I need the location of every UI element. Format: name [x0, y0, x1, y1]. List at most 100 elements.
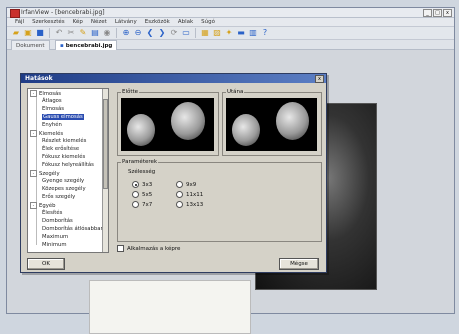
scrollbar-thumb[interactable] [103, 99, 108, 189]
before-preview [121, 98, 214, 151]
tree-label: Élek erősítése [42, 146, 80, 152]
window-title: IrfanView - [bencebrabi.jpg] [21, 9, 105, 16]
menu-view[interactable]: Nézet [91, 19, 107, 25]
tree-label: Egyéb [39, 203, 56, 209]
previous-icon[interactable]: ❮ [145, 28, 155, 38]
tree-node-blur[interactable]: - Elmosás [30, 90, 61, 97]
options-icon[interactable]: ✦ [224, 28, 234, 38]
tree-node[interactable]: Maximum [42, 234, 68, 240]
radio-5x5[interactable]: 5x5 [132, 191, 152, 198]
radio-dot[interactable] [176, 201, 183, 208]
folder-icon[interactable]: ▣ [23, 28, 33, 38]
tree-node[interactable]: Minimum [42, 242, 67, 248]
tree-label: Elmosás [42, 106, 64, 112]
tab-dokument[interactable]: Dokument [11, 40, 50, 50]
menu-tools[interactable]: Eszközök [145, 19, 170, 25]
paint-icon[interactable]: ✎ [78, 28, 88, 38]
radio-7x7[interactable]: 7x7 [132, 201, 152, 208]
tree-node[interactable]: Élesítés [42, 210, 62, 216]
tree-node[interactable]: Domborítás [42, 218, 73, 224]
radio-dot[interactable] [132, 181, 139, 188]
radio-13x13[interactable]: 13x13 [176, 201, 203, 208]
collapse-icon[interactable]: - [30, 130, 37, 137]
settings-icon[interactable]: ◉ [102, 28, 112, 38]
collapse-icon[interactable]: - [30, 170, 37, 177]
close-button[interactable]: x [443, 9, 452, 17]
toolbar-separator [49, 28, 50, 38]
tree-node[interactable]: Erős szegély [42, 194, 75, 200]
tree-node[interactable]: Élek erősítése [42, 146, 79, 152]
after-label: Utána [226, 89, 245, 95]
minimize-button[interactable]: _ [423, 9, 432, 17]
radio-dot[interactable] [176, 191, 183, 198]
open-folder-icon[interactable]: ▰ [11, 28, 21, 38]
radio-11x11[interactable]: 11x11 [176, 191, 203, 198]
menu-help[interactable]: Súgó [201, 19, 215, 25]
rotate-icon[interactable]: ⟳ [169, 28, 179, 38]
tree-node[interactable]: Domborítás átlósabban [42, 226, 104, 232]
menu-edit[interactable]: Szerkesztés [32, 19, 65, 25]
cut-icon[interactable]: ✂ [66, 28, 76, 38]
menu-window[interactable]: Ablak [178, 19, 193, 25]
tree-node[interactable]: Enyhén [42, 122, 62, 128]
tree-scrollbar[interactable] [102, 89, 108, 252]
thumbnails-icon[interactable]: ▨ [212, 28, 222, 38]
tab-bencebrabi[interactable]: ▪ bencebrabi.jpg [55, 40, 118, 50]
tree-label: Domborítás átlósabban [42, 226, 104, 232]
radio-dot[interactable] [132, 201, 139, 208]
tree-node-selected[interactable]: Gauss elmosás [42, 114, 84, 120]
tree-label: Gyenge szegély [42, 178, 85, 184]
tree-node-edge[interactable]: - Szegély [30, 170, 60, 177]
zoom-in-icon[interactable]: ⊕ [121, 28, 131, 38]
tree-label: Fókusz kiemelés [42, 154, 86, 160]
menu-file[interactable]: Fájl [15, 19, 24, 25]
tab-label: Dokument [16, 42, 45, 49]
cancel-button[interactable]: Mégse [279, 258, 319, 270]
tree-node[interactable]: Gyenge szegély [42, 178, 84, 184]
radio-dot[interactable] [176, 181, 183, 188]
tree-node[interactable]: Részlet kiemelés [42, 138, 86, 144]
undo-icon[interactable]: ↶ [54, 28, 64, 38]
sketch-image [89, 280, 251, 334]
dialog-close-icon[interactable]: x [315, 75, 324, 83]
apply-to-image-checkbox[interactable]: Alkalmazás a képre [117, 245, 180, 252]
info-icon[interactable]: ▥ [248, 28, 258, 38]
image-icon[interactable]: ▤ [90, 28, 100, 38]
preview-face-main [276, 102, 309, 140]
tree-node[interactable]: Átlagos [42, 98, 62, 104]
menu-effects[interactable]: Látvány [115, 19, 137, 25]
parameters-label: Paraméterek [121, 159, 159, 165]
maximize-button[interactable]: □ [433, 9, 442, 17]
collapse-icon[interactable]: - [30, 90, 37, 97]
tree-node[interactable]: Fókusz kiemelés [42, 154, 85, 160]
effects-tree[interactable]: - Elmosás Átlagos Elmosás Gauss elmosás E… [27, 88, 109, 253]
menu-image[interactable]: Kép [73, 19, 83, 25]
radio-3x3[interactable]: 3x3 [132, 181, 152, 188]
collapse-icon[interactable]: - [30, 202, 37, 209]
tree-node-other[interactable]: - Egyéb [30, 202, 55, 209]
slideshow-icon[interactable]: ▭ [181, 28, 191, 38]
width-label: Szélesség [128, 169, 156, 175]
tree-node[interactable]: Elmosás [42, 106, 64, 112]
checkbox-box[interactable] [117, 245, 124, 252]
ok-button[interactable]: OK [27, 258, 65, 270]
tree-node[interactable]: Fókusz helyreállítás [42, 162, 94, 168]
tree-label: Fókusz helyreállítás [42, 162, 94, 168]
app-logo-icon [10, 9, 20, 18]
tree-node-sharpen[interactable]: - Kiemelés [30, 130, 63, 137]
browse-icon[interactable]: ▦ [200, 28, 210, 38]
zoom-out-icon[interactable]: ⊖ [133, 28, 143, 38]
tree-node[interactable]: Közepes szegély [42, 186, 86, 192]
radio-dot[interactable] [132, 191, 139, 198]
radio-9x9[interactable]: 9x9 [176, 181, 196, 188]
tree-label: Elmosás [39, 91, 61, 97]
save-icon[interactable]: ■ [35, 28, 45, 38]
preview-face-main [171, 102, 205, 140]
help-icon[interactable]: ? [260, 28, 270, 38]
checkbox-label: Alkalmazás a képre [127, 245, 181, 252]
scanner-icon[interactable]: ▬ [236, 28, 246, 38]
before-label: Előtte [121, 89, 140, 95]
window-controls: _ □ x [423, 9, 452, 17]
next-icon[interactable]: ❯ [157, 28, 167, 38]
radio-label: 5x5 [142, 191, 153, 198]
